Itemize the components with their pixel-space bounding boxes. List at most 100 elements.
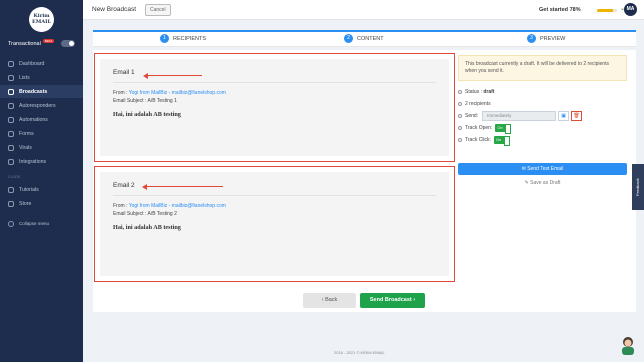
send-broadcast-button[interactable]: Send Broadcast › [360,293,425,308]
app-logo[interactable]: Kirim EMAIL [29,7,54,32]
pointer-icon [458,138,462,142]
beta-badge: BETA [42,39,55,43]
collapse-icon [8,220,14,227]
nav-dashboard[interactable]: Dashboard [0,57,83,70]
calendar-icon[interactable]: ▣ [558,111,570,121]
save-draft-button[interactable]: ✎ Save as Draft [458,178,627,188]
nav-automations[interactable]: Automations [0,113,83,126]
trash-icon[interactable]: 🗑 [571,111,583,121]
mode-label: Transactional BETA [8,39,55,47]
collapse-label: Collapse menu [19,221,50,226]
mode-text: Transactional [8,41,41,47]
nav-store[interactable]: Store [0,197,83,210]
store-icon [8,200,14,207]
broadcast-icon [8,88,14,95]
step-number: 2 [344,34,353,43]
track-click-toggle[interactable]: On [493,136,510,146]
nav-tutorials[interactable]: Tutorials [0,183,83,196]
nav-broadcasts[interactable]: Broadcasts [0,85,83,98]
nav-label: Autoresponders [19,102,56,109]
nav-label: Lists [19,74,30,81]
edit-icon: ✎ [524,180,529,186]
subject-value: A/B Testing 2 [147,211,177,217]
step-tabs: 1 RECIPIENTS 2 CONTENT 3 PREVIEW [93,30,636,47]
automation-icon [8,116,14,123]
progress-fill [597,9,613,12]
draft-notice: This broadcast currently a draft. It wil… [458,55,627,81]
nav-integrations[interactable]: Integrations [0,155,83,168]
transactional-toggle[interactable] [61,40,75,47]
nav-forms[interactable]: Forms [0,127,83,140]
track-click-row: Track Click: On [458,135,627,146]
email-from: From : Yogi from MailBiz - mailbiz@fiane… [113,202,436,210]
subject-label: Email Subject : [113,98,147,104]
logo-subtext: EMAIL [31,19,52,25]
from-label: From : [113,203,128,209]
cancel-button[interactable]: Cancel [145,4,171,16]
step-label: CONTENT [357,35,384,42]
email-subject: Email Subject : A/B Testing 2 [113,210,436,218]
send-row: Send: Immediately ▣ 🗑 [458,111,627,121]
nav-label: Broadcasts [19,88,48,95]
get-started-text: Get started [539,7,569,13]
nav-autoresponders[interactable]: Autoresponders [0,99,83,112]
nav-lists[interactable]: Lists [0,71,83,84]
nav-virals[interactable]: Virals [0,141,83,154]
email-subject: Email Subject : A/B Testing 1 [113,97,436,105]
collapse-menu[interactable]: Collapse menu [0,217,83,230]
step-preview[interactable]: 3 PREVIEW [527,34,565,43]
tutorial-icon [8,186,14,193]
support-avatar-icon[interactable] [619,335,637,355]
email-body: Hai, ini adalah AB testing [113,111,181,118]
track-open-toggle[interactable]: On [495,124,512,134]
recipients-row: 2 recipients [458,99,627,109]
nav-label: Tutorials [19,186,39,193]
from-value: Yogi from MailBiz - mailbiz@fianelshop.c… [128,203,226,209]
status-row: Status : draft [458,87,627,97]
step-recipients[interactable]: 1 RECIPIENTS [160,34,206,43]
send-time-input[interactable]: Immediately [482,111,557,121]
email-body: Hai, ini adalah AB testing [113,224,181,231]
list-icon [8,74,14,81]
step-content[interactable]: 2 CONTENT [344,34,384,43]
top-bar: New Broadcast Cancel Get started 78% ⌄ M… [83,0,644,20]
from-value: Yogi from MailBiz - mailbiz@fianelshop.c… [128,90,226,96]
status-label: Status : [465,89,482,95]
get-started-label[interactable]: Get started 78% [539,7,581,13]
guide-section-label: GUIDE [8,175,21,179]
form-icon [8,130,14,137]
step-number: 1 [160,34,169,43]
track-open-row: Track Open: On [458,123,627,134]
subject-label: Email Subject : [113,211,147,217]
status-value: draft [483,89,495,95]
footer-copyright: 2016 - 2021 © KIRIM.EMAIL [334,350,385,355]
track-click-label: Track Click: [465,137,491,143]
back-button[interactable]: ‹ Back [303,293,356,308]
email-preview-2: Email 2 From : Yogi from MailBiz - mailb… [94,166,455,282]
email-preview-inner: Email 1 From : Yogi from MailBiz - mailb… [100,59,449,156]
autoresponder-icon [8,102,14,109]
eye-icon [458,126,462,130]
nav-label: Dashboard [19,60,45,67]
progress-bar [597,9,617,12]
integration-icon [8,158,14,165]
status-icon [458,90,462,94]
step-label: RECIPIENTS [173,35,207,42]
users-icon [458,102,462,106]
feedback-tab[interactable]: Feedback [632,164,644,210]
send-label: Send: [465,113,479,119]
subject-value: A/B Testing 1 [147,98,177,104]
broadcast-settings-panel: This broadcast currently a draft. It wil… [458,55,627,188]
send-test-email-button[interactable]: ✉ Send Test Email [458,163,627,175]
nav-label: Forms [19,130,34,137]
avatar[interactable]: MA [624,3,637,16]
send-icon [458,114,462,118]
annotation-arrow [143,71,202,80]
step-label: PREVIEW [540,35,566,42]
viral-icon [8,144,14,151]
step-progress-line [93,30,636,32]
track-open-label: Track Open: [465,125,493,131]
nav-label: Store [19,200,32,207]
step-number: 3 [527,34,536,43]
nav-label: Virals [19,144,32,151]
